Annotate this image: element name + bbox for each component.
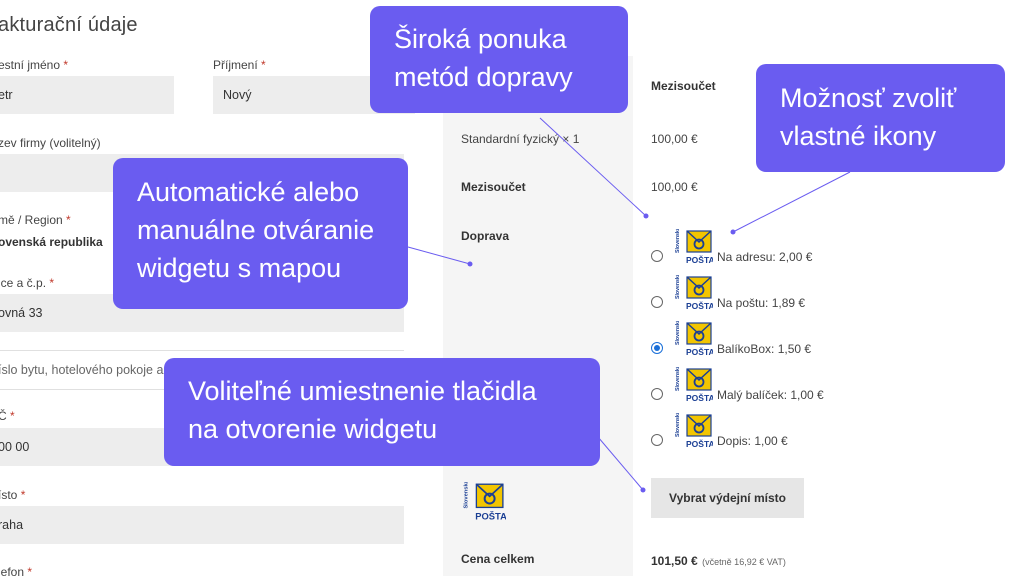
callout-custom-icons: Možnosť zvoliť vlastné ikony	[756, 64, 1005, 172]
callout-shipping-methods: Široká ponuka metód dopravy	[370, 6, 628, 113]
connector-custom-icons	[732, 171, 851, 233]
callout-line: Široká ponuka	[394, 24, 567, 54]
callout-line: Možnosť zvoliť	[780, 83, 957, 113]
callout-line: na otvorenie widgetu	[188, 414, 438, 444]
connector-dot	[643, 213, 649, 219]
connector-button-placement	[597, 436, 644, 491]
callout-line: metód dopravy	[394, 62, 573, 92]
callout-line: Automatické alebo	[137, 177, 360, 207]
callout-map-widget: Automatické alebo manuálne otváranie wid…	[113, 158, 408, 309]
callout-line: vlastné ikony	[780, 121, 937, 151]
connector-dot	[467, 261, 473, 267]
callout-line: Voliteľné umiestnenie tlačidla	[188, 376, 537, 406]
connector-map-widget	[407, 246, 471, 265]
connector-dot	[640, 487, 646, 493]
callout-line: manuálne otváranie	[137, 215, 375, 245]
connector-dot	[730, 229, 736, 235]
connector-shipping-methods	[539, 117, 647, 217]
callout-line: widgetu s mapou	[137, 253, 342, 283]
callout-button-placement: Voliteľné umiestnenie tlačidla na otvore…	[164, 358, 600, 466]
